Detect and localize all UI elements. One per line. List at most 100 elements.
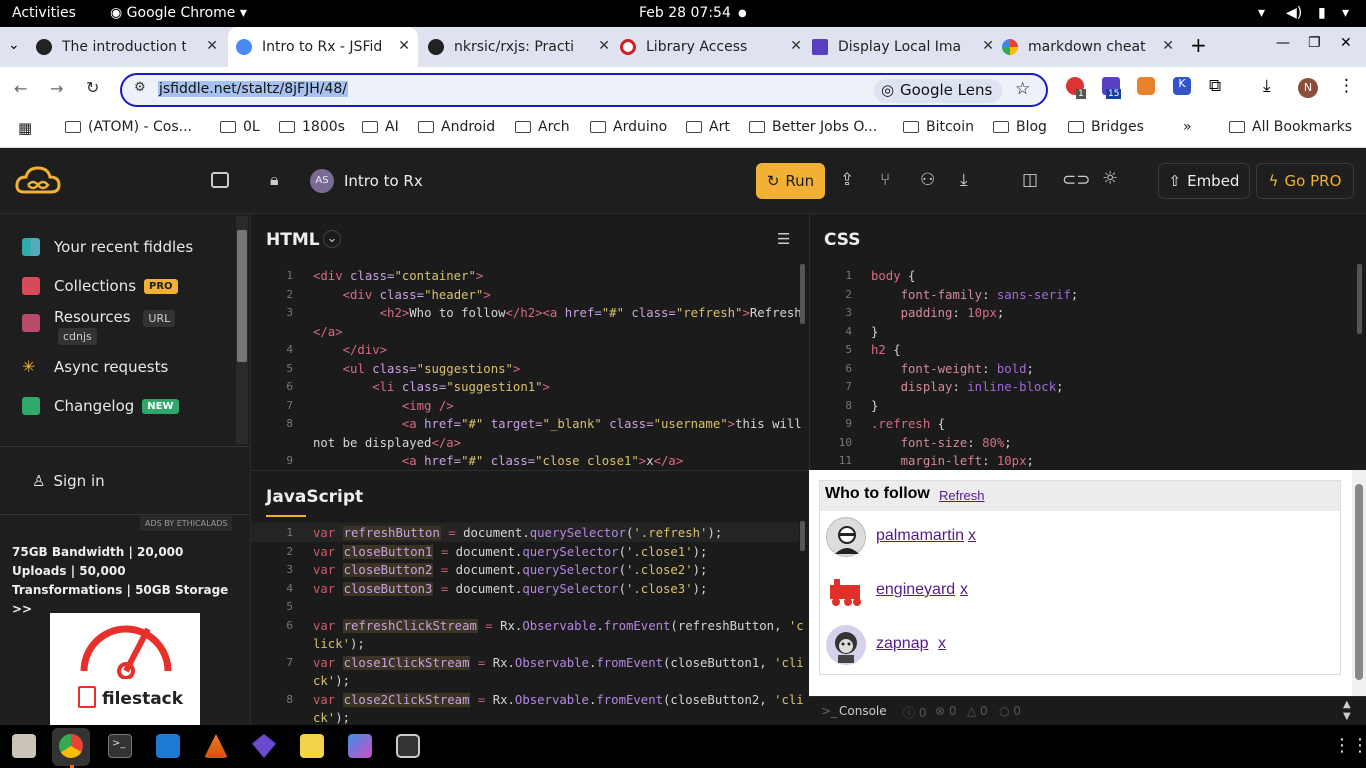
javascript-code[interactable]: var refreshButton = document.querySelect…: [313, 524, 804, 725]
forward-button[interactable]: →: [50, 79, 63, 98]
chrome-app-icon[interactable]: [59, 734, 83, 758]
tab-close-icon[interactable]: ✕: [982, 38, 994, 54]
new-tab-button[interactable]: +: [1190, 33, 1207, 57]
bookmark-folder[interactable]: Android: [418, 119, 495, 135]
theme-sun-icon[interactable]: ☼: [1102, 168, 1118, 189]
files-app-icon[interactable]: [12, 734, 36, 758]
activities-button[interactable]: Activities: [12, 5, 76, 21]
tab-close-icon[interactable]: ✕: [206, 38, 218, 54]
back-button[interactable]: ←: [14, 79, 27, 98]
system-menu-chevron-icon[interactable]: ▾: [1342, 5, 1349, 21]
sidebar-item-changelog[interactable]: Changelog NEW: [22, 397, 179, 415]
tab-nkrsic-rxjs[interactable]: nkrsic/rxjs: Practi ✕: [428, 27, 618, 67]
close-link[interactable]: x: [960, 581, 968, 599]
tab-close-icon[interactable]: ✕: [790, 38, 802, 54]
sidebar-item-async[interactable]: ✳ Async requests: [22, 358, 168, 377]
metamask-icon[interactable]: [1137, 77, 1155, 95]
toggle-sidebar-icon[interactable]: [211, 172, 229, 188]
profile-avatar[interactable]: N: [1298, 78, 1318, 98]
embed-button[interactable]: ⇧ Embed: [1158, 163, 1250, 199]
js-scrollbar[interactable]: [800, 521, 805, 551]
result-scrollbar[interactable]: [1352, 470, 1366, 696]
lock-icon[interactable]: 🔒︎: [270, 170, 279, 190]
clock[interactable]: Feb 28 07:54: [639, 5, 731, 21]
scroll-up-icon[interactable]: ▲: [1343, 699, 1351, 710]
tab-introduction[interactable]: The introduction t ✕: [36, 27, 226, 67]
camera-app-icon[interactable]: [396, 734, 420, 758]
sidebar-item-collections[interactable]: Collections PRO: [22, 277, 178, 295]
notes-app-icon[interactable]: [300, 734, 324, 758]
chrome-app-menu[interactable]: ◉ Google Chrome ▾: [110, 5, 247, 21]
fiddle-title[interactable]: Intro to Rx: [344, 172, 423, 190]
battery-icon[interactable]: ▮: [1318, 5, 1326, 21]
close-link[interactable]: x: [968, 527, 976, 545]
chrome-menu-icon[interactable]: ⋮: [1338, 76, 1355, 96]
reload-button[interactable]: ↻: [86, 78, 99, 97]
extensions-puzzle-icon[interactable]: ⧉: [1209, 76, 1221, 96]
apps-grid-icon[interactable]: ▦: [18, 119, 32, 137]
ad-image[interactable]: filestack: [50, 613, 200, 725]
jsfiddle-logo-icon[interactable]: [14, 164, 62, 198]
sign-in-link[interactable]: ♙ Sign in: [32, 472, 105, 490]
tab-jsfiddle[interactable]: Intro to Rx - JSFid ✕: [228, 27, 418, 67]
tab-markdown-cheat[interactable]: markdown cheat ✕: [1002, 27, 1182, 67]
bookmark-folder[interactable]: Arch: [515, 119, 570, 135]
tab-close-icon[interactable]: ✕: [598, 38, 610, 54]
username-link[interactable]: palmamartin: [876, 527, 964, 545]
bookmark-folder[interactable]: AI: [362, 119, 399, 135]
refresh-link[interactable]: Refresh: [939, 488, 985, 503]
download-icon[interactable]: ⤓: [960, 170, 968, 190]
bookmark-folder[interactable]: (ATOM) - Cos...: [65, 119, 192, 135]
go-pro-button[interactable]: ϟ Go PRO: [1256, 163, 1354, 199]
vscode-app-icon[interactable]: [156, 734, 180, 758]
tab-display-local-image[interactable]: Display Local Imag ✕: [812, 27, 1002, 67]
bookmark-folder[interactable]: 0L: [220, 119, 260, 135]
layout-icon[interactable]: ◫: [1022, 170, 1038, 190]
toggle-icon[interactable]: ⊂⊃: [1062, 170, 1091, 190]
obsidian-app-icon[interactable]: [252, 734, 276, 758]
minimize-button[interactable]: —: [1276, 35, 1290, 51]
tab-close-icon[interactable]: ✕: [1162, 38, 1174, 54]
url-text[interactable]: jsfiddle.net/staltz/8jFJH/48/: [158, 81, 348, 97]
bookmark-folder[interactable]: Bridges: [1068, 119, 1144, 135]
bookmark-folder[interactable]: 1800s: [279, 119, 345, 135]
css-scrollbar[interactable]: [1357, 264, 1362, 334]
close-window-button[interactable]: ✕: [1340, 35, 1352, 51]
show-apps-icon[interactable]: ⋮⋮⋮: [1333, 735, 1366, 756]
k-extension-icon[interactable]: K: [1173, 77, 1191, 95]
css-code[interactable]: body { font-family: sans-serif; padding:…: [871, 267, 1078, 471]
tab-close-icon[interactable]: ✕: [398, 38, 410, 54]
jetbrains-app-icon[interactable]: [348, 734, 372, 758]
console-label[interactable]: Console: [839, 704, 887, 718]
site-info-icon[interactable]: ⚙: [134, 80, 146, 95]
run-button[interactable]: ↻ Run: [756, 163, 825, 199]
vlc-app-icon[interactable]: [204, 734, 228, 758]
ad-text[interactable]: 75GB Bandwidth | 20,000 Uploads | 50,000…: [12, 543, 240, 619]
close-link[interactable]: x: [938, 635, 946, 653]
google-lens-button[interactable]: ◎ Google Lens: [874, 79, 1003, 103]
wifi-icon[interactable]: ▾: [1258, 5, 1265, 21]
save-cloud-icon[interactable]: ⇪: [840, 170, 854, 190]
more-bookmarks-chevron-icon[interactable]: »: [1183, 119, 1192, 135]
username-link[interactable]: zapnap: [876, 635, 929, 653]
html-scrollbar[interactable]: [800, 264, 805, 324]
tidy-icon[interactable]: ☰: [777, 230, 790, 248]
author-avatar[interactable]: AS: [310, 169, 334, 193]
bookmark-folder[interactable]: Better Jobs O...: [749, 119, 877, 135]
collaborate-icon[interactable]: ⚇: [920, 170, 935, 190]
sidebar-scrollbar[interactable]: [236, 216, 248, 444]
bookmark-folder[interactable]: Bitcoin: [903, 119, 974, 135]
scroll-down-icon[interactable]: ▼: [1343, 711, 1351, 722]
language-dropdown-icon[interactable]: ⌄: [323, 230, 341, 248]
tab-library-access[interactable]: Library Access ✕: [620, 27, 810, 67]
tab-search-icon[interactable]: ⌄: [8, 37, 20, 53]
fork-icon[interactable]: ⑂: [880, 170, 890, 190]
username-link[interactable]: engineyard: [876, 581, 955, 599]
all-bookmarks-folder[interactable]: All Bookmarks: [1229, 119, 1352, 135]
html-code[interactable]: <div class="container"> <div class="head…: [313, 267, 802, 471]
sidebar-item-recent[interactable]: Your recent fiddles: [22, 238, 193, 256]
terminal-app-icon[interactable]: >_: [108, 734, 132, 758]
omnibox[interactable]: ⚙ jsfiddle.net/staltz/8jFJH/48/ ◎ Google …: [120, 73, 1048, 107]
bookmark-folder[interactable]: Arduino: [590, 119, 667, 135]
download-icon[interactable]: ⤓: [1263, 76, 1271, 96]
